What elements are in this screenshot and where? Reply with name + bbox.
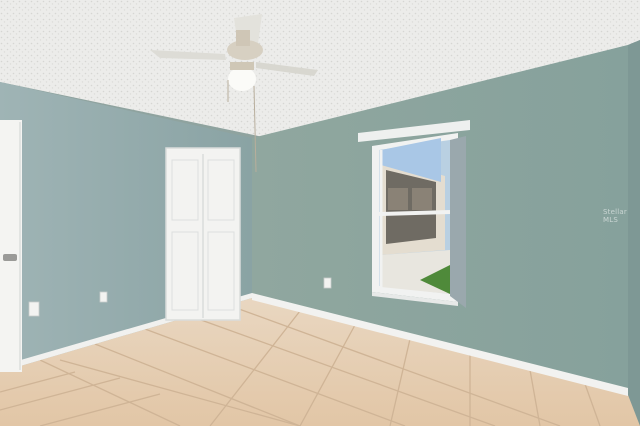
outlet-icon — [28, 301, 40, 317]
right-wall — [628, 40, 640, 426]
window-icon[interactable] — [358, 120, 470, 308]
watermark: Stellar MLS — [603, 208, 627, 224]
outlet-icon — [323, 277, 332, 289]
closet-door-icon[interactable] — [165, 147, 241, 321]
door-edge[interactable] — [0, 120, 22, 372]
outlet-icon — [99, 291, 108, 303]
room-drawing — [0, 0, 640, 426]
bedroom-photo: Stellar MLS — [0, 0, 640, 426]
